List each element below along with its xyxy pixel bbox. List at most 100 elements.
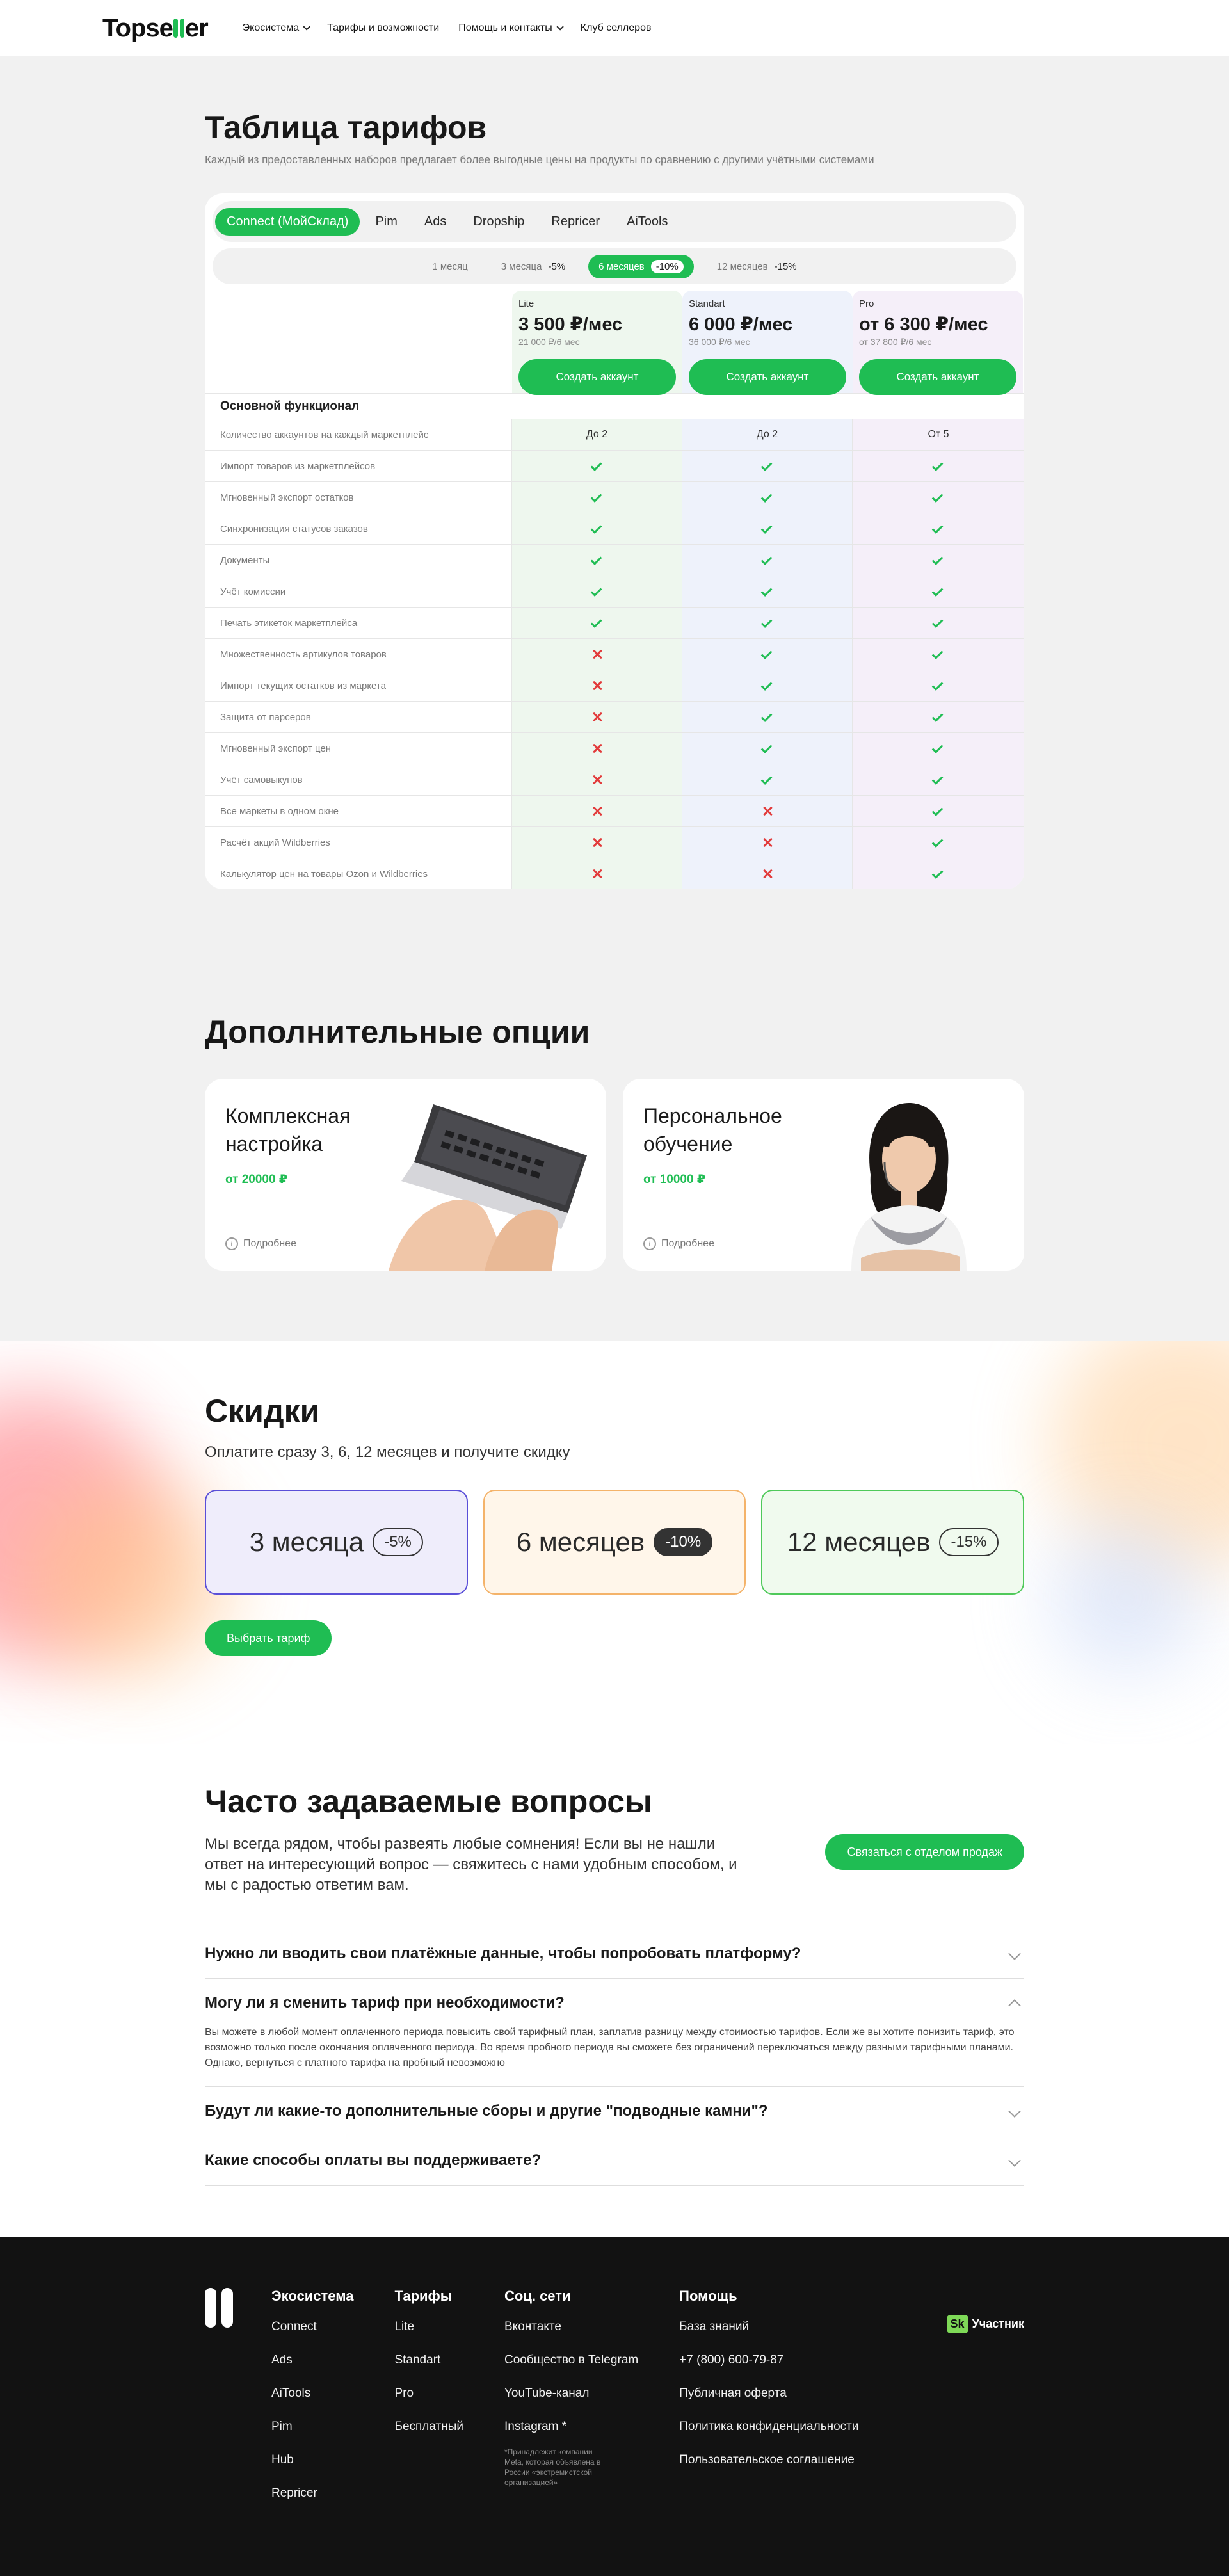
- period-label: 1 месяц: [432, 261, 468, 272]
- footer-link[interactable]: Pro: [394, 2387, 463, 2401]
- feature-cell: [853, 670, 1024, 701]
- footer-link[interactable]: Ads: [271, 2353, 353, 2367]
- plan-header-pro: Pro от 6 300 ₽/мес от 37 800 ₽/6 мес Создат…: [853, 291, 1023, 395]
- footer-link[interactable]: +7 (800) 600-79-87: [679, 2353, 858, 2367]
- skolkovo-badge[interactable]: Sk Участник: [946, 2315, 1024, 2333]
- feature-cell: [512, 608, 682, 638]
- footer-link[interactable]: Instagram *: [504, 2420, 638, 2434]
- period-option[interactable]: 12 месяцев -15%: [707, 256, 807, 277]
- feature-cell: [512, 576, 682, 607]
- footer-link[interactable]: Connect: [271, 2320, 353, 2334]
- check-icon: [931, 459, 944, 471]
- option-card-training[interactable]: Персональное обучение от 10000 ₽ i Подроб…: [623, 1079, 1024, 1271]
- faq-question-row[interactable]: Нужно ли вводить свои платёжные данные, …: [205, 1945, 1024, 1963]
- more-link[interactable]: i Подробнее: [225, 1237, 296, 1250]
- plan-name: Lite: [518, 298, 534, 309]
- feature-row: Множественность артикулов товаров: [205, 638, 1024, 670]
- faq-question-row[interactable]: Будут ли какие-то дополнительные сборы и…: [205, 2102, 1024, 2120]
- discount-card-6[interactable]: 6 месяцев -10%: [483, 1490, 746, 1595]
- option-card-setup[interactable]: Комплексная настройка от 20000 ₽ i Подроб…: [205, 1079, 606, 1271]
- feature-cell: [682, 513, 853, 544]
- footer-link[interactable]: База знаний: [679, 2320, 858, 2334]
- faq-question-row[interactable]: Могу ли я сменить тариф при необходимост…: [205, 1994, 1024, 2012]
- more-label: Подробнее: [661, 1238, 714, 1249]
- contact-sales-button[interactable]: Связаться с отделом продаж: [825, 1834, 1024, 1870]
- feature-row: Все маркеты в одном окне: [205, 795, 1024, 826]
- footer-link[interactable]: Политика конфиденциальности: [679, 2420, 858, 2434]
- faq-item[interactable]: Могу ли я сменить тариф при необходимост…: [205, 1978, 1024, 2086]
- chevron-down-icon[interactable]: [1008, 1947, 1021, 1960]
- footer-link[interactable]: Standart: [394, 2353, 463, 2367]
- nav-item-3[interactable]: Клуб селлеров: [581, 22, 652, 34]
- faq-question-row[interactable]: Какие способы оплаты вы поддерживаете?: [205, 2152, 1024, 2169]
- tab-product[interactable]: Ads: [413, 208, 458, 236]
- chevron-up-icon[interactable]: [1008, 1999, 1021, 2012]
- feature-cell: [512, 764, 682, 795]
- footer-logo[interactable]: [205, 2288, 271, 2520]
- product-tabs: Connect (МойСклад) Pim Ads Dropship Repricer…: [213, 201, 1016, 242]
- tab-product[interactable]: Connect (МойСклад): [215, 207, 360, 236]
- footer: Экосистема Connect Ads AiTools Pim Hub Reprice…: [0, 2237, 1229, 2576]
- cross-icon: [592, 775, 602, 785]
- footer-link[interactable]: Бесплатный: [394, 2420, 463, 2434]
- tab-product[interactable]: Pim: [364, 208, 408, 236]
- tab-product[interactable]: Dropship: [462, 208, 536, 236]
- feature-cell: [512, 796, 682, 826]
- chevron-down-icon[interactable]: [1008, 2154, 1021, 2167]
- footer-link[interactable]: Pim: [271, 2420, 353, 2434]
- create-account-button[interactable]: Создать аккаунт: [689, 359, 846, 395]
- feature-cell: [853, 702, 1024, 732]
- discount-badge: -5%: [373, 1528, 423, 1556]
- period-option[interactable]: 6 месяцев -10%: [588, 254, 694, 278]
- discount-card-3[interactable]: 3 месяца -5%: [205, 1490, 468, 1595]
- feature-label: Мгновенный экспорт остатков: [205, 482, 512, 513]
- footer-link[interactable]: Публичная оферта: [679, 2387, 858, 2401]
- discounts-section: Скидки Оплатите сразу 3, 6, 12 месяцев и…: [0, 1341, 1229, 1744]
- feature-cell: [512, 545, 682, 576]
- period-selector: 1 месяц 3 месяца -5% 6 месяцев -10% 12 месяце…: [213, 248, 1016, 284]
- footer-link[interactable]: Lite: [394, 2320, 463, 2334]
- feature-cell: [853, 451, 1024, 481]
- check-icon: [760, 647, 772, 659]
- footer-column-title: Тарифы: [394, 2288, 453, 2304]
- more-link[interactable]: i Подробнее: [643, 1237, 714, 1250]
- footer-link[interactable]: Вконтакте: [504, 2320, 638, 2334]
- footer-link[interactable]: Сообщество в Telegram: [504, 2353, 638, 2367]
- decor-blob: [26, 1482, 230, 1674]
- discount-card-12[interactable]: 12 месяцев -15%: [761, 1490, 1025, 1595]
- create-account-button[interactable]: Создать аккаунт: [518, 359, 676, 395]
- period-option[interactable]: 1 месяц: [422, 256, 478, 277]
- footer-link[interactable]: Пользовательское соглашение: [679, 2453, 858, 2467]
- nav-item-1[interactable]: Тарифы и возможности: [327, 22, 439, 34]
- feature-cell: [853, 639, 1024, 670]
- feature-label: Множественность артикулов товаров: [205, 639, 512, 670]
- tab-product[interactable]: Repricer: [540, 208, 611, 236]
- feature-row: Учёт комиссии: [205, 576, 1024, 607]
- plan-price: 6 000 ₽/мес: [689, 314, 793, 335]
- chevron-down-icon[interactable]: [1008, 2105, 1021, 2118]
- decor-blob: [1050, 1520, 1203, 1674]
- tab-product[interactable]: AiTools: [615, 208, 679, 236]
- feature-row: Количество аккаунтов на каждый маркетпле…: [205, 419, 1024, 450]
- create-account-button[interactable]: Создать аккаунт: [859, 359, 1016, 395]
- topseller-logo[interactable]: Topse er: [102, 14, 209, 43]
- footer-link[interactable]: AiTools: [271, 2387, 353, 2401]
- check-icon: [590, 459, 602, 471]
- footer-link[interactable]: YouTube-канал: [504, 2387, 638, 2401]
- footer-link[interactable]: Repricer: [271, 2486, 353, 2500]
- footer-link[interactable]: Hub: [271, 2453, 353, 2467]
- period-option[interactable]: 3 месяца -5%: [491, 256, 575, 277]
- faq-item[interactable]: Будут ли какие-то дополнительные сборы и…: [205, 2086, 1024, 2136]
- faq-item[interactable]: Какие способы оплаты вы поддерживаете?: [205, 2136, 1024, 2186]
- feature-label: Учёт комиссии: [205, 576, 512, 607]
- footer-column-title: Экосистема: [271, 2288, 354, 2304]
- nav-item-0[interactable]: Экосистема: [243, 22, 310, 34]
- faq-answer: Вы можете в любой момент оплаченного пер…: [205, 2027, 1015, 2068]
- nav-item-2[interactable]: Помощь и контакты: [458, 22, 564, 34]
- check-icon: [931, 710, 944, 722]
- check-icon: [760, 741, 772, 753]
- check-icon: [760, 522, 772, 534]
- choose-plan-button[interactable]: Выбрать тариф: [205, 1620, 332, 1656]
- faq-item[interactable]: Нужно ли вводить свои платёжные данные, …: [205, 1929, 1024, 1978]
- footer-column: Соц. сети Вконтакте Сообщество в Telegram Y…: [504, 2288, 638, 2520]
